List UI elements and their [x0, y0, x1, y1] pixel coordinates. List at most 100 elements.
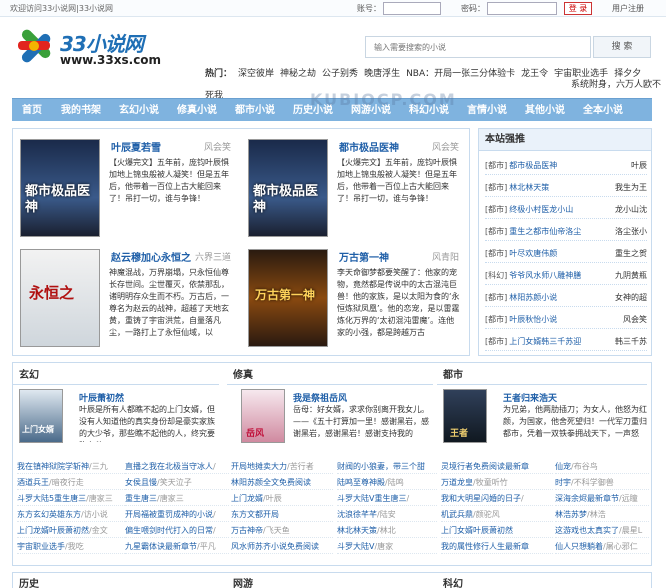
- list-item[interactable]: 东方文都开局: [231, 507, 333, 522]
- recommend-row[interactable]: [都市] 终极小村医龙小山 龙小山沈: [485, 200, 647, 219]
- list-item[interactable]: 偏生喂剑时代打入的日常/: [125, 523, 229, 538]
- password-input[interactable]: [487, 2, 557, 15]
- book-cover[interactable]: 都市极品医神: [248, 139, 328, 237]
- list-item[interactable]: 重生唐三/唐家三: [125, 491, 229, 506]
- list-item[interactable]: 灵境行者免费阅读最新章: [441, 459, 553, 474]
- recommend-row[interactable]: [都市] 林阳苏颜小说 女神的超: [485, 288, 647, 307]
- list-item[interactable]: 万道龙皇/牧童听竹: [441, 475, 553, 490]
- nav-xuanhuan[interactable]: 玄幻小说: [110, 99, 168, 122]
- list-link[interactable]: 林浩苏梦: [555, 510, 587, 519]
- row-book[interactable]: 重生之都市仙帝洛尘: [509, 227, 581, 236]
- list-item[interactable]: 斗罗大陆V/唐家: [337, 539, 437, 554]
- book-title[interactable]: 万古第一神: [339, 249, 389, 264]
- list-link[interactable]: 上门龙婿叶辰萧初然: [17, 526, 89, 535]
- row-book[interactable]: 叶辰秋怡小说: [509, 315, 557, 324]
- column-cover[interactable]: 王者: [443, 389, 487, 443]
- column-feat-title[interactable]: 我是祭祖岳风: [293, 391, 347, 404]
- list-link[interactable]: 万道龙皇: [441, 478, 473, 487]
- hot-item[interactable]: 深空彼岸: [238, 69, 274, 79]
- hot-item[interactable]: 择夕夕: [614, 69, 641, 79]
- list-item[interactable]: 仙宠/布谷鸟: [555, 459, 649, 474]
- row-book[interactable]: 林阳苏颜小说: [509, 293, 557, 302]
- list-link[interactable]: 风水师苏齐小说免费阅读: [231, 542, 319, 551]
- list-link[interactable]: 万古神帝: [231, 526, 263, 535]
- list-link[interactable]: 上门女婿叶辰萧初然: [441, 526, 513, 535]
- list-item[interactable]: 林阳苏颜全文免费阅读: [231, 475, 333, 490]
- list-item[interactable]: 九星霸体诀最新章节/平凡: [125, 539, 229, 554]
- list-item[interactable]: 仙人只想躺着/屠心邪仁: [555, 539, 649, 554]
- hot-item[interactable]: 神秘之劫: [280, 69, 316, 79]
- list-item[interactable]: 我的属性修行人生最新章: [441, 539, 553, 554]
- list-link[interactable]: 林北林天策: [337, 526, 377, 535]
- search-input[interactable]: [365, 36, 591, 58]
- account-input[interactable]: [383, 2, 441, 15]
- book-cover[interactable]: 万古第一神: [248, 249, 328, 347]
- list-link[interactable]: 时宇: [555, 478, 571, 487]
- featured-book[interactable]: 都市极品医神 都市极品医神 风会笑 【火爆完文】五年前，庞钧叶辰惧加地上锦虫般被…: [241, 129, 463, 237]
- nav-qita[interactable]: 其他小说: [516, 99, 574, 122]
- list-link[interactable]: 我和大明星闪婚的日子: [441, 494, 521, 503]
- book-cover[interactable]: 都市极品医神: [20, 139, 100, 237]
- list-link[interactable]: 斗罗大陆5重生唐三: [17, 494, 86, 503]
- book-cover[interactable]: 永恒之: [20, 249, 100, 347]
- list-item[interactable]: 斗罗大陆V重生唐三/: [337, 491, 437, 506]
- list-item[interactable]: 这游戏也太真实了/晨星L: [555, 523, 649, 538]
- list-item[interactable]: 女侯且慢/笑天泣子: [125, 475, 229, 490]
- list-link[interactable]: 直播之我在北极当守冰人: [125, 462, 213, 471]
- list-item[interactable]: 机武兵鼎/颜驼风: [441, 507, 553, 522]
- nav-xiuzhen[interactable]: 修真小说: [168, 99, 226, 122]
- featured-book[interactable]: 都市极品医神 叶辰夏若雪 风会笑 【火爆完文】五年前，庞钧叶辰惧加地上锦虫般被人…: [13, 129, 235, 237]
- login-button[interactable]: 登 录: [564, 2, 592, 15]
- list-link[interactable]: 女侯且慢: [125, 478, 157, 487]
- column-feat-title[interactable]: 叶辰萧初然: [79, 391, 124, 404]
- recommend-row[interactable]: [都市] 重生之都市仙帝洛尘 洛尘张小: [485, 222, 647, 241]
- list-item[interactable]: 我和大明星闪婚的日子/: [441, 491, 553, 506]
- list-link[interactable]: 我的属性修行人生最新章: [441, 542, 529, 551]
- nav-home[interactable]: 首页: [12, 99, 52, 122]
- list-item[interactable]: 林浩苏梦/林浩: [555, 507, 649, 522]
- hot-item[interactable]: 宇宙职业选手: [554, 69, 608, 79]
- list-item[interactable]: 开局福被重罚成神的小说/: [125, 507, 229, 522]
- list-item[interactable]: 风水师苏齐小说免费阅读: [231, 539, 333, 554]
- row-book[interactable]: 叶尽欢唐伟颜: [509, 249, 557, 258]
- list-item[interactable]: 万古神帝/飞天鱼: [231, 523, 333, 538]
- recommend-row[interactable]: [都市] 叶尽欢唐伟颜 重生之贺: [485, 244, 647, 263]
- nav-dushi[interactable]: 都市小说: [226, 99, 284, 122]
- nav-yanqing[interactable]: 言情小说: [458, 99, 516, 122]
- recommend-row[interactable]: [都市] 林北林天策 我生为王: [485, 178, 647, 197]
- list-link[interactable]: 灵境行者免费阅读最新章: [441, 462, 529, 471]
- list-link[interactable]: 开局地摊卖大力: [231, 462, 287, 471]
- list-item[interactable]: 陆鸣至尊神殿/陆鸣: [337, 475, 437, 490]
- list-link[interactable]: 重生唐三: [125, 494, 157, 503]
- hot-item[interactable]: 晚唐浮生: [364, 69, 400, 79]
- list-link[interactable]: 酒道兵王: [17, 478, 49, 487]
- list-link[interactable]: 九星霸体诀最新章节: [125, 542, 197, 551]
- recommend-row[interactable]: [科幻] 爷爷风水师八雕神膳 九阴黄瓶: [485, 266, 647, 285]
- nav-quanben[interactable]: 全本小说: [574, 99, 632, 122]
- book-title[interactable]: 都市极品医神: [339, 139, 399, 154]
- nav-bookshelf[interactable]: 我的书架: [52, 99, 110, 122]
- list-link[interactable]: 偏生喂剑时代打入的日常: [125, 526, 213, 535]
- row-book[interactable]: 爷爷风水师八雕神膳: [509, 271, 581, 280]
- list-item[interactable]: 深海余烬最新章节/远瞳: [555, 491, 649, 506]
- column-cover[interactable]: 上门女婿: [19, 389, 63, 443]
- list-link[interactable]: 陆鸣至尊神殿: [337, 478, 385, 487]
- list-item[interactable]: 开局地摊卖大力/苦行者: [231, 459, 333, 474]
- list-item[interactable]: 财阀的小狼妻，带三个甜: [337, 459, 437, 474]
- list-link[interactable]: 东方文都开局: [231, 510, 279, 519]
- hot-item[interactable]: 龙王令: [521, 69, 548, 79]
- list-item[interactable]: 上门女婿叶辰萧初然: [441, 523, 553, 538]
- list-item[interactable]: 沈浪徐芊芊/陆安: [337, 507, 437, 522]
- list-item[interactable]: 直播之我在北极当守冰人/: [125, 459, 229, 474]
- row-book[interactable]: 上门女婿韩三千苏迎: [509, 337, 581, 346]
- row-book[interactable]: 都市极品医神: [509, 161, 557, 170]
- list-link[interactable]: 斗罗大陆V重生唐三: [337, 494, 406, 503]
- book-title[interactable]: 叶辰夏若雪: [111, 139, 161, 154]
- row-book[interactable]: 林北林天策: [509, 183, 549, 192]
- list-link[interactable]: 仙人只想躺着: [555, 542, 603, 551]
- list-link[interactable]: 林阳苏颜全文免费阅读: [231, 478, 311, 487]
- list-item[interactable]: 林北林天策/林北: [337, 523, 437, 538]
- list-link[interactable]: 仙宠: [555, 462, 571, 471]
- list-link[interactable]: 财阀的小狼妻，带三个甜: [337, 462, 425, 471]
- row-book[interactable]: 终极小村医龙小山: [509, 205, 573, 214]
